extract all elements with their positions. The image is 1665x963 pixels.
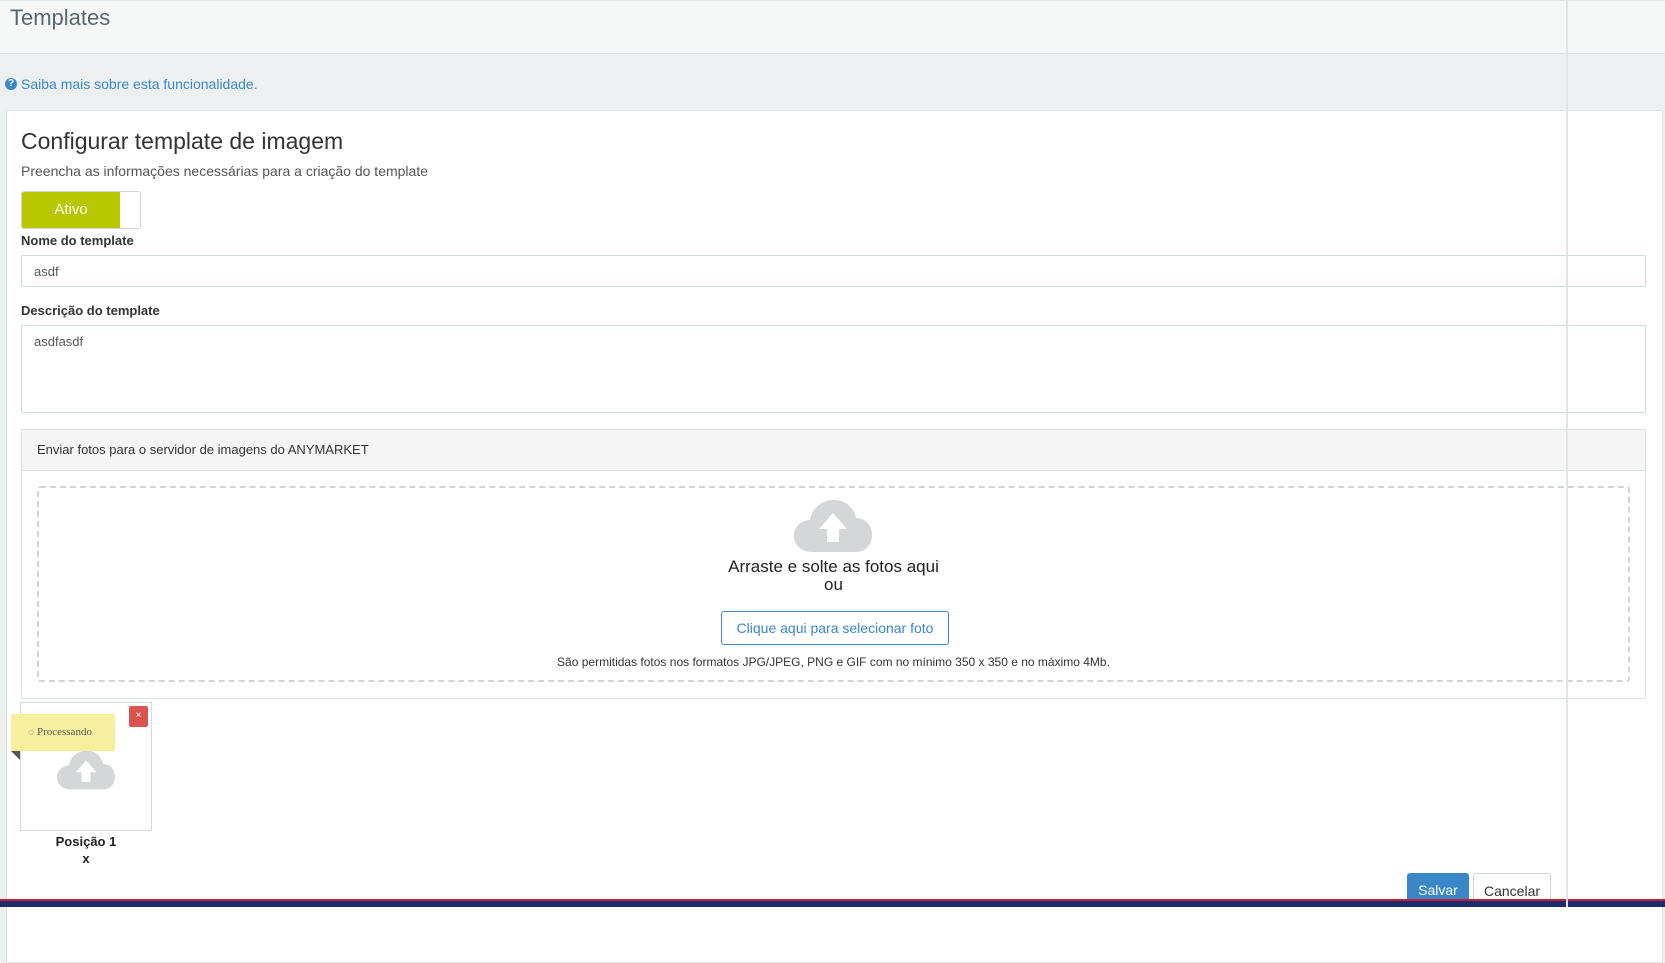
- position-label: Posição 1: [55, 834, 117, 849]
- processing-text: Processando: [36, 726, 92, 738]
- page-header: Templates: [0, 0, 1665, 54]
- select-photo-button[interactable]: Clique aqui para selecionar foto: [721, 611, 949, 645]
- cloud-upload-icon: [57, 750, 115, 790]
- question-circle-icon: ?: [5, 78, 17, 90]
- processing-tooltip: ◌ Processando: [11, 714, 115, 751]
- active-toggle-label: Ativo: [22, 192, 120, 228]
- template-form-panel: Configurar template de imagem Preencha a…: [6, 110, 1663, 963]
- help-link-text[interactable]: Saiba mais sobre esta funcionalidade.: [21, 76, 258, 92]
- upload-hint: São permitidas fotos nos formatos JPG/JP…: [557, 655, 1110, 669]
- upload-panel: Enviar fotos para o servidor de imagens …: [21, 429, 1646, 699]
- dropzone[interactable]: Arraste e solte as fotos aqui ou Clique …: [37, 486, 1630, 682]
- name-label: Nome do template: [21, 233, 134, 248]
- template-description-textarea[interactable]: asdfasdf: [21, 325, 1646, 413]
- active-toggle[interactable]: Ativo: [21, 191, 141, 229]
- description-label: Descrição do template: [21, 303, 160, 318]
- page-title: Templates: [10, 5, 111, 30]
- template-name-input[interactable]: [21, 255, 1646, 287]
- help-link[interactable]: ? Saiba mais sobre esta funcionalidade.: [5, 76, 258, 92]
- drop-text: Arraste e solte as fotos aqui: [728, 557, 939, 576]
- spinner-icon: ◌: [28, 727, 34, 738]
- drop-or-text: ou: [824, 575, 843, 594]
- position-remove-link[interactable]: x: [20, 851, 152, 866]
- scrollbar-edge[interactable]: [1566, 0, 1568, 907]
- form-title: Configurar template de imagem: [21, 128, 344, 154]
- upload-panel-header: Enviar fotos para o servidor de imagens …: [22, 430, 1645, 471]
- remove-photo-button[interactable]: ×: [129, 706, 148, 727]
- bottom-bar: [0, 899, 1665, 907]
- form-subtitle: Preencha as informações necessárias para…: [21, 163, 428, 179]
- tooltip-pointer: [11, 751, 20, 760]
- cloud-upload-icon: [794, 500, 872, 552]
